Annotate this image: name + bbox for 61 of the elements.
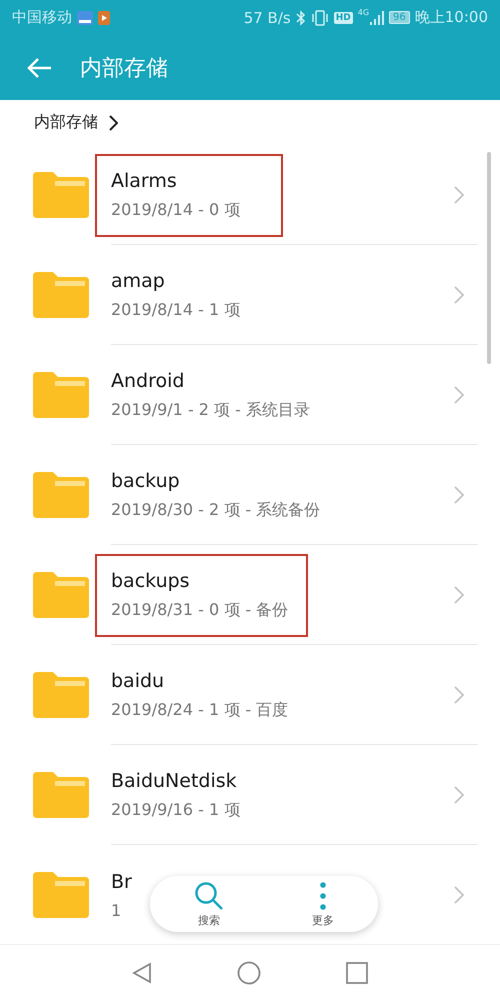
more-button[interactable]: 更多 bbox=[304, 878, 342, 930]
chevron-icon bbox=[454, 386, 464, 404]
folder-icon bbox=[33, 272, 89, 318]
folder-name: backups bbox=[111, 570, 190, 592]
back-nav-icon[interactable] bbox=[132, 962, 152, 984]
home-nav-icon[interactable] bbox=[237, 960, 261, 984]
folder-details: 1 bbox=[111, 900, 122, 920]
app-notification-icon bbox=[77, 10, 93, 24]
chevron-icon bbox=[454, 886, 464, 904]
bluetooth-icon bbox=[296, 10, 306, 26]
folder-row[interactable]: Android 2019/9/1 - 2 项 - 系统目录 bbox=[0, 345, 500, 445]
breadcrumb-item[interactable]: 内部存储 bbox=[34, 112, 98, 133]
more-icon bbox=[319, 880, 327, 910]
chevron-icon bbox=[454, 186, 464, 204]
battery-level: 96 bbox=[389, 11, 410, 24]
folder-row[interactable]: backup 2019/8/30 - 2 项 - 系统备份 bbox=[0, 445, 500, 545]
folder-name: BaiduNetdisk bbox=[111, 770, 237, 792]
chevron-icon bbox=[454, 286, 464, 304]
folder-icon bbox=[33, 872, 89, 918]
folder-details: 2019/8/24 - 1 项 - 百度 bbox=[111, 700, 288, 720]
folder-name: baidu bbox=[111, 670, 164, 692]
chevron-icon bbox=[108, 114, 118, 130]
recents-nav-icon[interactable] bbox=[346, 962, 368, 984]
folder-row[interactable]: Alarms 2019/8/14 - 0 项 bbox=[0, 145, 500, 245]
search-icon bbox=[194, 880, 224, 910]
folder-icon bbox=[33, 472, 89, 518]
folder-icon bbox=[33, 572, 89, 618]
folder-details: 2019/8/31 - 0 项 - 备份 bbox=[111, 600, 288, 620]
play-icon bbox=[98, 10, 110, 24]
network-type: 4G bbox=[358, 8, 370, 17]
folder-row[interactable]: amap 2019/8/14 - 1 项 bbox=[0, 245, 500, 345]
folder-details: 2019/8/14 - 1 项 bbox=[111, 300, 240, 320]
folder-details: 2019/9/1 - 2 项 - 系统目录 bbox=[111, 400, 310, 420]
chevron-icon bbox=[454, 486, 464, 504]
folder-icon bbox=[33, 372, 89, 418]
folder-row[interactable]: backups 2019/8/31 - 0 项 - 备份 bbox=[0, 545, 500, 645]
folder-icon bbox=[33, 172, 89, 218]
folder-row[interactable]: BaiduNetdisk 2019/9/16 - 1 项 bbox=[0, 745, 500, 845]
folder-name: Br bbox=[111, 870, 132, 892]
vibrate-icon bbox=[310, 10, 329, 26]
folder-details: 2019/9/16 - 1 项 bbox=[111, 800, 240, 820]
chevron-icon bbox=[454, 786, 464, 804]
folder-name: Android bbox=[111, 370, 184, 392]
back-icon[interactable] bbox=[26, 56, 52, 78]
folder-details: 2019/8/30 - 2 项 - 系统备份 bbox=[111, 500, 320, 520]
signal-icon bbox=[370, 10, 384, 24]
chevron-icon bbox=[454, 586, 464, 604]
folder-row[interactable]: baidu 2019/8/24 - 1 项 - 百度 bbox=[0, 645, 500, 745]
folder-name: amap bbox=[111, 270, 165, 292]
page-title: 内部存储 bbox=[80, 54, 168, 82]
folder-icon bbox=[33, 772, 89, 818]
clock: 晚上10:00 bbox=[414, 8, 488, 27]
search-button[interactable]: 搜索 bbox=[186, 878, 232, 930]
folder-icon bbox=[33, 672, 89, 718]
carrier-name: 中国移动 bbox=[12, 8, 72, 27]
folder-details: 2019/8/14 - 0 项 bbox=[111, 200, 240, 220]
folder-name: Alarms bbox=[111, 170, 177, 192]
chevron-icon bbox=[454, 686, 464, 704]
folder-name: backup bbox=[111, 470, 180, 492]
hd-badge: HD bbox=[334, 12, 353, 24]
network-speed: 57 B/s bbox=[244, 8, 291, 26]
